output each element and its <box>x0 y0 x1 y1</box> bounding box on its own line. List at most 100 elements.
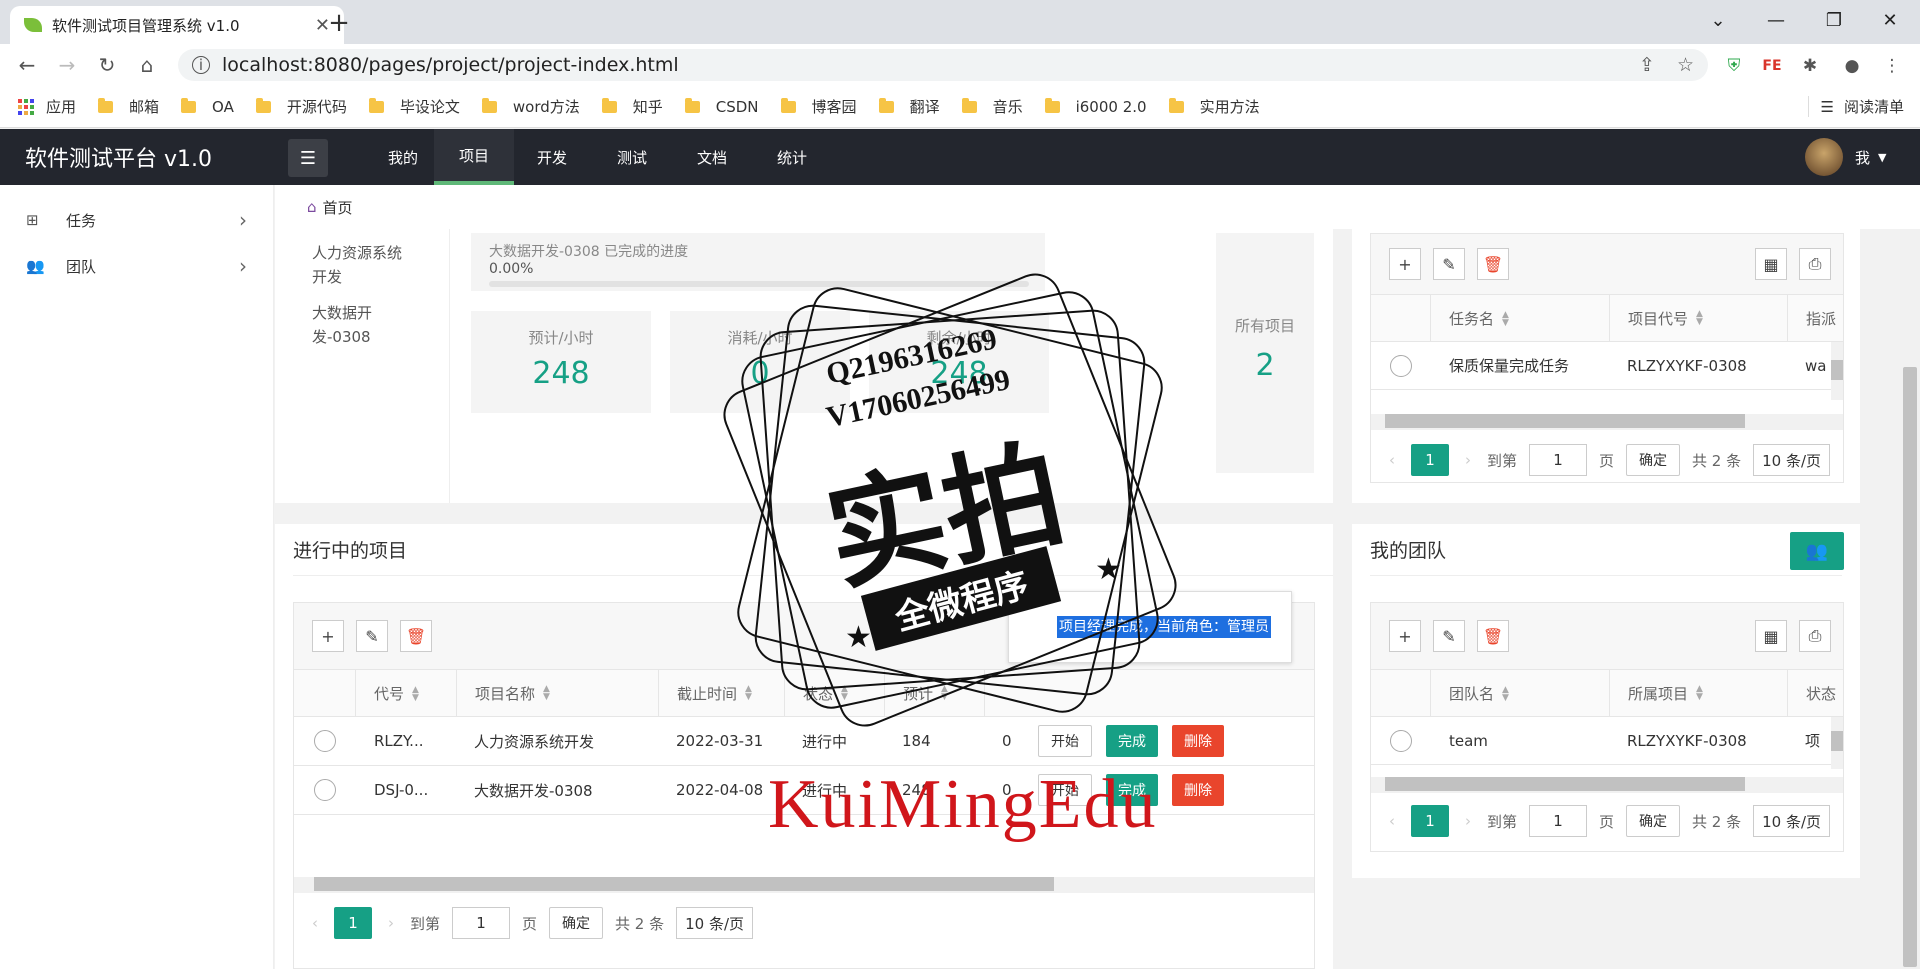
info-icon[interactable]: i <box>192 56 210 74</box>
horizontal-scrollbar[interactable] <box>294 877 1314 893</box>
columns-icon[interactable]: ▦ <box>1755 248 1787 280</box>
column-header[interactable]: 代号 ▲ ▼ <box>356 683 456 704</box>
forward-icon[interactable]: → <box>48 44 86 86</box>
finish-button[interactable]: 完成 <box>1106 725 1158 757</box>
profile-icon[interactable]: ● <box>1838 52 1866 80</box>
menu-toggle-icon[interactable]: ☰ <box>288 139 328 177</box>
chevron-left-icon[interactable]: ‹ <box>1389 812 1395 830</box>
chevron-left-icon[interactable]: ‹ <box>1389 451 1395 469</box>
edit-icon[interactable]: ✎ <box>1433 620 1465 652</box>
user-menu[interactable]: 我 ▼ <box>1805 137 1886 177</box>
table-row[interactable]: RLZY... 人力资源系统开发 2022-03-31 进行中 184 0 开始… <box>294 717 1314 766</box>
home-icon[interactable]: ⌂ <box>128 44 166 86</box>
page-input[interactable]: 1 <box>452 907 511 939</box>
table-row[interactable]: team RLZYXYKF-0308 项 <box>1371 717 1831 765</box>
nav-my[interactable]: 我的 <box>370 129 436 185</box>
chevron-right-icon[interactable]: › <box>1465 812 1471 830</box>
puzzle-extension-icon[interactable]: ✱ <box>1796 52 1824 80</box>
nav-project[interactable]: 项目 <box>434 129 514 185</box>
fe-extension-icon[interactable]: FE <box>1758 52 1786 80</box>
page-size-select[interactable]: 10 条/页 <box>676 907 754 939</box>
horizontal-scrollbar[interactable] <box>1371 777 1843 793</box>
delete-button[interactable]: 删除 <box>1172 774 1224 806</box>
project-link[interactable]: 大数据开发-0308 <box>312 301 412 349</box>
page-number[interactable]: 1 <box>1411 444 1449 476</box>
minimize-icon[interactable]: — <box>1748 0 1804 40</box>
bookmark-folder[interactable]: 毕设论文 <box>368 96 460 117</box>
delete-button[interactable]: 删除 <box>1172 725 1224 757</box>
sidebar-item-team[interactable]: 👥 团队 › <box>0 243 273 289</box>
bookmark-apps[interactable]: 应用 <box>18 96 76 117</box>
chevron-right-icon[interactable]: › <box>388 914 394 932</box>
bookmark-folder[interactable]: 开源代码 <box>255 96 347 117</box>
column-header[interactable]: 项目名称 ▲ ▼ <box>456 669 658 717</box>
print-icon[interactable]: ⎙ <box>1799 248 1831 280</box>
page-size-select[interactable]: 10 条/页 <box>1753 444 1831 476</box>
bookmark-folder[interactable]: 博客园 <box>780 96 857 117</box>
add-icon[interactable]: + <box>1389 620 1421 652</box>
restore-icon[interactable]: ❐ <box>1806 0 1862 40</box>
bookmark-folder[interactable]: OA <box>181 97 234 116</box>
column-header[interactable]: 状态 <box>1787 669 1843 717</box>
close-window-icon[interactable]: ✕ <box>1862 0 1918 40</box>
nav-stats[interactable]: 统计 <box>756 129 828 185</box>
column-header[interactable]: 所属项目 ▲ ▼ <box>1609 669 1787 717</box>
confirm-button[interactable]: 确定 <box>1626 444 1681 476</box>
new-tab-button[interactable]: + <box>322 6 356 40</box>
breadcrumb-home[interactable]: 首页 <box>323 197 353 218</box>
url-input[interactable]: i localhost:8080/pages/project/project-i… <box>178 49 1708 81</box>
bookmark-folder[interactable]: 实用方法 <box>1168 96 1260 117</box>
column-header[interactable]: 团队名 ▲ ▼ <box>1431 683 1609 704</box>
table-row[interactable]: DSJ-0... 大数据开发-0308 2022-04-08 进行中 248 0… <box>294 766 1314 815</box>
bookmark-folder[interactable]: 翻译 <box>878 96 940 117</box>
column-header[interactable]: 截止时间 ▲ ▼ <box>658 669 784 717</box>
add-icon[interactable]: + <box>312 620 344 652</box>
bookmark-folder[interactable]: 音乐 <box>961 96 1023 117</box>
edit-icon[interactable]: ✎ <box>356 620 388 652</box>
page-number[interactable]: 1 <box>334 907 372 939</box>
sidebar-item-tasks[interactable]: ⊞ 任务 › <box>0 197 273 243</box>
reload-icon[interactable]: ↻ <box>88 44 126 86</box>
nav-develop[interactable]: 开发 <box>516 129 588 185</box>
star-icon[interactable]: ☆ <box>1677 54 1694 76</box>
back-icon[interactable]: ← <box>8 44 46 86</box>
column-header[interactable]: 任务名 ▲ ▼ <box>1431 308 1609 329</box>
delete-icon[interactable]: 🗑 <box>400 620 432 652</box>
print-icon[interactable]: ⎙ <box>1799 620 1831 652</box>
bookmark-folder[interactable]: i6000 2.0 <box>1044 97 1147 116</box>
page-number[interactable]: 1 <box>1411 805 1449 837</box>
row-radio[interactable] <box>1390 354 1412 377</box>
shield-extension-icon[interactable]: ⛨ <box>1720 52 1748 80</box>
start-button[interactable]: 开始 <box>1038 725 1092 757</box>
add-icon[interactable]: + <box>1389 248 1421 280</box>
share-icon[interactable]: ⇪ <box>1639 54 1655 76</box>
kebab-menu-icon[interactable]: ⋮ <box>1878 52 1906 80</box>
bookmark-folder[interactable]: CSDN <box>684 97 759 116</box>
horizontal-scrollbar[interactable] <box>1371 414 1843 430</box>
add-member-button[interactable]: 👥 <box>1790 532 1844 570</box>
reading-list[interactable]: ☰ 阅读清单 <box>1807 96 1904 117</box>
bookmark-folder[interactable]: word方法 <box>481 96 580 117</box>
column-header[interactable]: 指派 <box>1787 294 1843 342</box>
delete-icon[interactable]: 🗑 <box>1477 620 1509 652</box>
confirm-button[interactable]: 确定 <box>549 907 604 939</box>
page-size-select[interactable]: 10 条/页 <box>1753 805 1831 837</box>
home-outline-icon[interactable]: ⌂ <box>307 198 317 216</box>
edit-icon[interactable]: ✎ <box>1433 248 1465 280</box>
project-link[interactable]: 人力资源系统开发 <box>312 241 412 289</box>
page-input[interactable]: 1 <box>1529 805 1588 837</box>
delete-icon[interactable]: 🗑 <box>1477 248 1509 280</box>
tab-search-icon[interactable]: ⌄ <box>1690 0 1746 40</box>
nav-docs[interactable]: 文档 <box>676 129 748 185</box>
column-header[interactable]: 状态 ▲ ▼ <box>784 669 884 717</box>
column-header[interactable]: 项目代号 ▲ ▼ <box>1609 294 1787 342</box>
bookmark-folder[interactable]: 邮箱 <box>98 96 159 117</box>
vertical-scrollbar[interactable] <box>1831 717 1843 769</box>
nav-test[interactable]: 测试 <box>596 129 668 185</box>
chevron-left-icon[interactable]: ‹ <box>312 914 318 932</box>
page-input[interactable]: 1 <box>1529 444 1588 476</box>
vertical-scrollbar[interactable] <box>1831 342 1843 400</box>
page-scrollbar[interactable] <box>1900 229 1920 969</box>
start-button[interactable]: 开始 <box>1038 774 1092 806</box>
row-radio[interactable] <box>1390 729 1412 752</box>
